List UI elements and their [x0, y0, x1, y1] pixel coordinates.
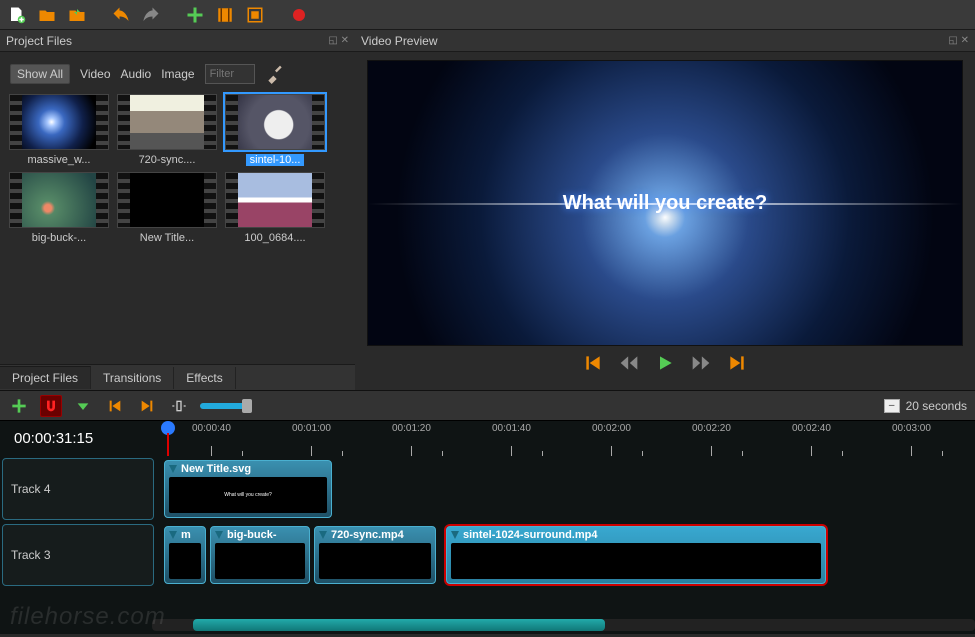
clip-thumbnail	[215, 543, 305, 579]
project-file-label: 720-sync....	[139, 154, 196, 166]
timeline-ruler[interactable]: 00:00:31:15 00:00:40 00:01:00 00:01:20 00:0…	[0, 420, 975, 456]
project-file-label: big-buck-...	[32, 232, 86, 244]
track-row: Track 3 m big-buck- 720-sync.mp4 sintel-1024…	[0, 522, 975, 588]
video-preview-titlebar: Video Preview ◱ ✕	[355, 30, 975, 52]
undo-button[interactable]	[110, 4, 132, 26]
new-file-button[interactable]	[6, 4, 28, 26]
export-frame-button[interactable]	[244, 4, 266, 26]
play-button[interactable]	[655, 353, 675, 376]
ruler-tick: 00:02:00	[592, 421, 631, 456]
import-media-button[interactable]	[214, 4, 236, 26]
zoom-readout: – 20 seconds	[884, 399, 967, 413]
timeline-scrollbar[interactable]	[0, 616, 975, 634]
track-body[interactable]: New Title.svgWhat will you create?	[156, 456, 975, 522]
jump-start-button[interactable]	[583, 353, 603, 376]
filter-input[interactable]	[205, 64, 255, 84]
panel-dock-icons[interactable]: ◱ ✕	[328, 35, 349, 46]
clip-thumbnail	[319, 543, 431, 579]
main-panels: Project Files ◱ ✕ Show All Video Audio I…	[0, 30, 975, 390]
panel-dock-icons[interactable]: ◱ ✕	[948, 35, 969, 46]
open-file-button[interactable]	[36, 4, 58, 26]
snap-toggle[interactable]	[40, 395, 62, 417]
track-header[interactable]: Track 3	[2, 524, 154, 586]
ruler-tick: 00:01:00	[292, 421, 331, 456]
project-file-item[interactable]: sintel-10...	[224, 94, 326, 166]
project-file-label: 100_0684....	[244, 232, 305, 244]
clear-filter-icon[interactable]	[265, 64, 285, 84]
timeline-clip[interactable]: sintel-1024-surround.mp4	[446, 526, 826, 584]
filter-audio[interactable]: Audio	[121, 67, 152, 81]
zoom-slider[interactable]	[200, 403, 320, 409]
save-file-button[interactable]	[66, 4, 88, 26]
filter-video[interactable]: Video	[80, 67, 110, 81]
add-track-button[interactable]	[8, 395, 30, 417]
clip-title: sintel-1024-surround.mp4	[447, 527, 825, 543]
ruler-tick: 00:01:40	[492, 421, 531, 456]
rewind-button[interactable]	[619, 353, 639, 376]
timeline-toolbar: – 20 seconds	[0, 390, 975, 420]
video-preview-title: Video Preview	[361, 34, 438, 48]
panel-tabs: Project Files Transitions Effects	[0, 364, 355, 390]
project-file-label: massive_w...	[28, 154, 91, 166]
preview-caption: What will you create?	[563, 192, 767, 215]
track-header[interactable]: Track 4	[2, 458, 154, 520]
project-files-filter-row: Show All Video Audio Image	[6, 58, 349, 94]
filter-image[interactable]: Image	[161, 67, 194, 81]
tab-effects[interactable]: Effects	[174, 367, 235, 389]
timeline-clip[interactable]: New Title.svgWhat will you create?	[164, 460, 332, 518]
fast-forward-button[interactable]	[691, 353, 711, 376]
project-file-item[interactable]: big-buck-...	[8, 172, 110, 244]
clip-thumbnail	[451, 543, 821, 579]
track-row: Track 4New Title.svgWhat will you create…	[0, 456, 975, 522]
video-preview-panel: Video Preview ◱ ✕ What will you create?	[355, 30, 975, 390]
playhead[interactable]	[161, 421, 175, 456]
ruler-tick: 00:01:20	[392, 421, 431, 456]
clip-title: 720-sync.mp4	[315, 527, 435, 543]
project-file-item[interactable]: 720-sync....	[116, 94, 218, 166]
next-marker-button[interactable]	[136, 395, 158, 417]
redo-button[interactable]	[140, 4, 162, 26]
tab-transitions[interactable]: Transitions	[91, 367, 174, 389]
timeline-tracks: Track 4New Title.svgWhat will you create…	[0, 456, 975, 616]
zoom-stepper[interactable]: –	[884, 399, 900, 413]
timeline-clip[interactable]: big-buck-	[210, 526, 310, 584]
clip-title: New Title.svg	[165, 461, 331, 477]
razor-dropdown[interactable]	[72, 395, 94, 417]
add-button[interactable]	[184, 4, 206, 26]
timeline-clip[interactable]: m	[164, 526, 206, 584]
track-body[interactable]: m big-buck- 720-sync.mp4 sintel-1024-surrou…	[156, 522, 975, 588]
record-button[interactable]	[288, 4, 310, 26]
project-files-title: Project Files	[6, 34, 72, 48]
project-file-label: sintel-10...	[246, 154, 305, 166]
project-files-panel: Project Files ◱ ✕ Show All Video Audio I…	[0, 30, 355, 390]
current-time: 00:00:31:15	[0, 421, 152, 456]
clip-thumbnail	[169, 543, 201, 579]
top-toolbar	[0, 0, 975, 30]
timeline-clip[interactable]: 720-sync.mp4	[314, 526, 436, 584]
project-files-titlebar: Project Files ◱ ✕	[0, 30, 355, 52]
tab-project-files[interactable]: Project Files	[0, 366, 91, 389]
project-file-item[interactable]: 100_0684....	[224, 172, 326, 244]
project-files-grid: massive_w... 720-sync.... sintel-10... big-…	[6, 94, 349, 244]
project-file-label: New Title...	[140, 232, 194, 244]
ruler-tick: 00:03:00	[892, 421, 931, 456]
clip-title: big-buck-	[211, 527, 309, 543]
project-file-item[interactable]: New Title...	[116, 172, 218, 244]
ruler-tick: 00:02:20	[692, 421, 731, 456]
playback-controls	[367, 346, 963, 382]
project-file-item[interactable]: massive_w...	[8, 94, 110, 166]
ruler-tick: 00:02:40	[792, 421, 831, 456]
prev-marker-button[interactable]	[104, 395, 126, 417]
clip-title: m	[165, 527, 205, 543]
ruler-tick: 00:00:40	[192, 421, 231, 456]
clip-thumbnail: What will you create?	[169, 477, 327, 513]
center-playhead-button[interactable]	[168, 395, 190, 417]
zoom-label-text: 20 seconds	[906, 399, 967, 413]
filter-show-all[interactable]: Show All	[10, 64, 70, 84]
jump-end-button[interactable]	[727, 353, 747, 376]
video-preview-screen[interactable]: What will you create?	[367, 60, 963, 346]
